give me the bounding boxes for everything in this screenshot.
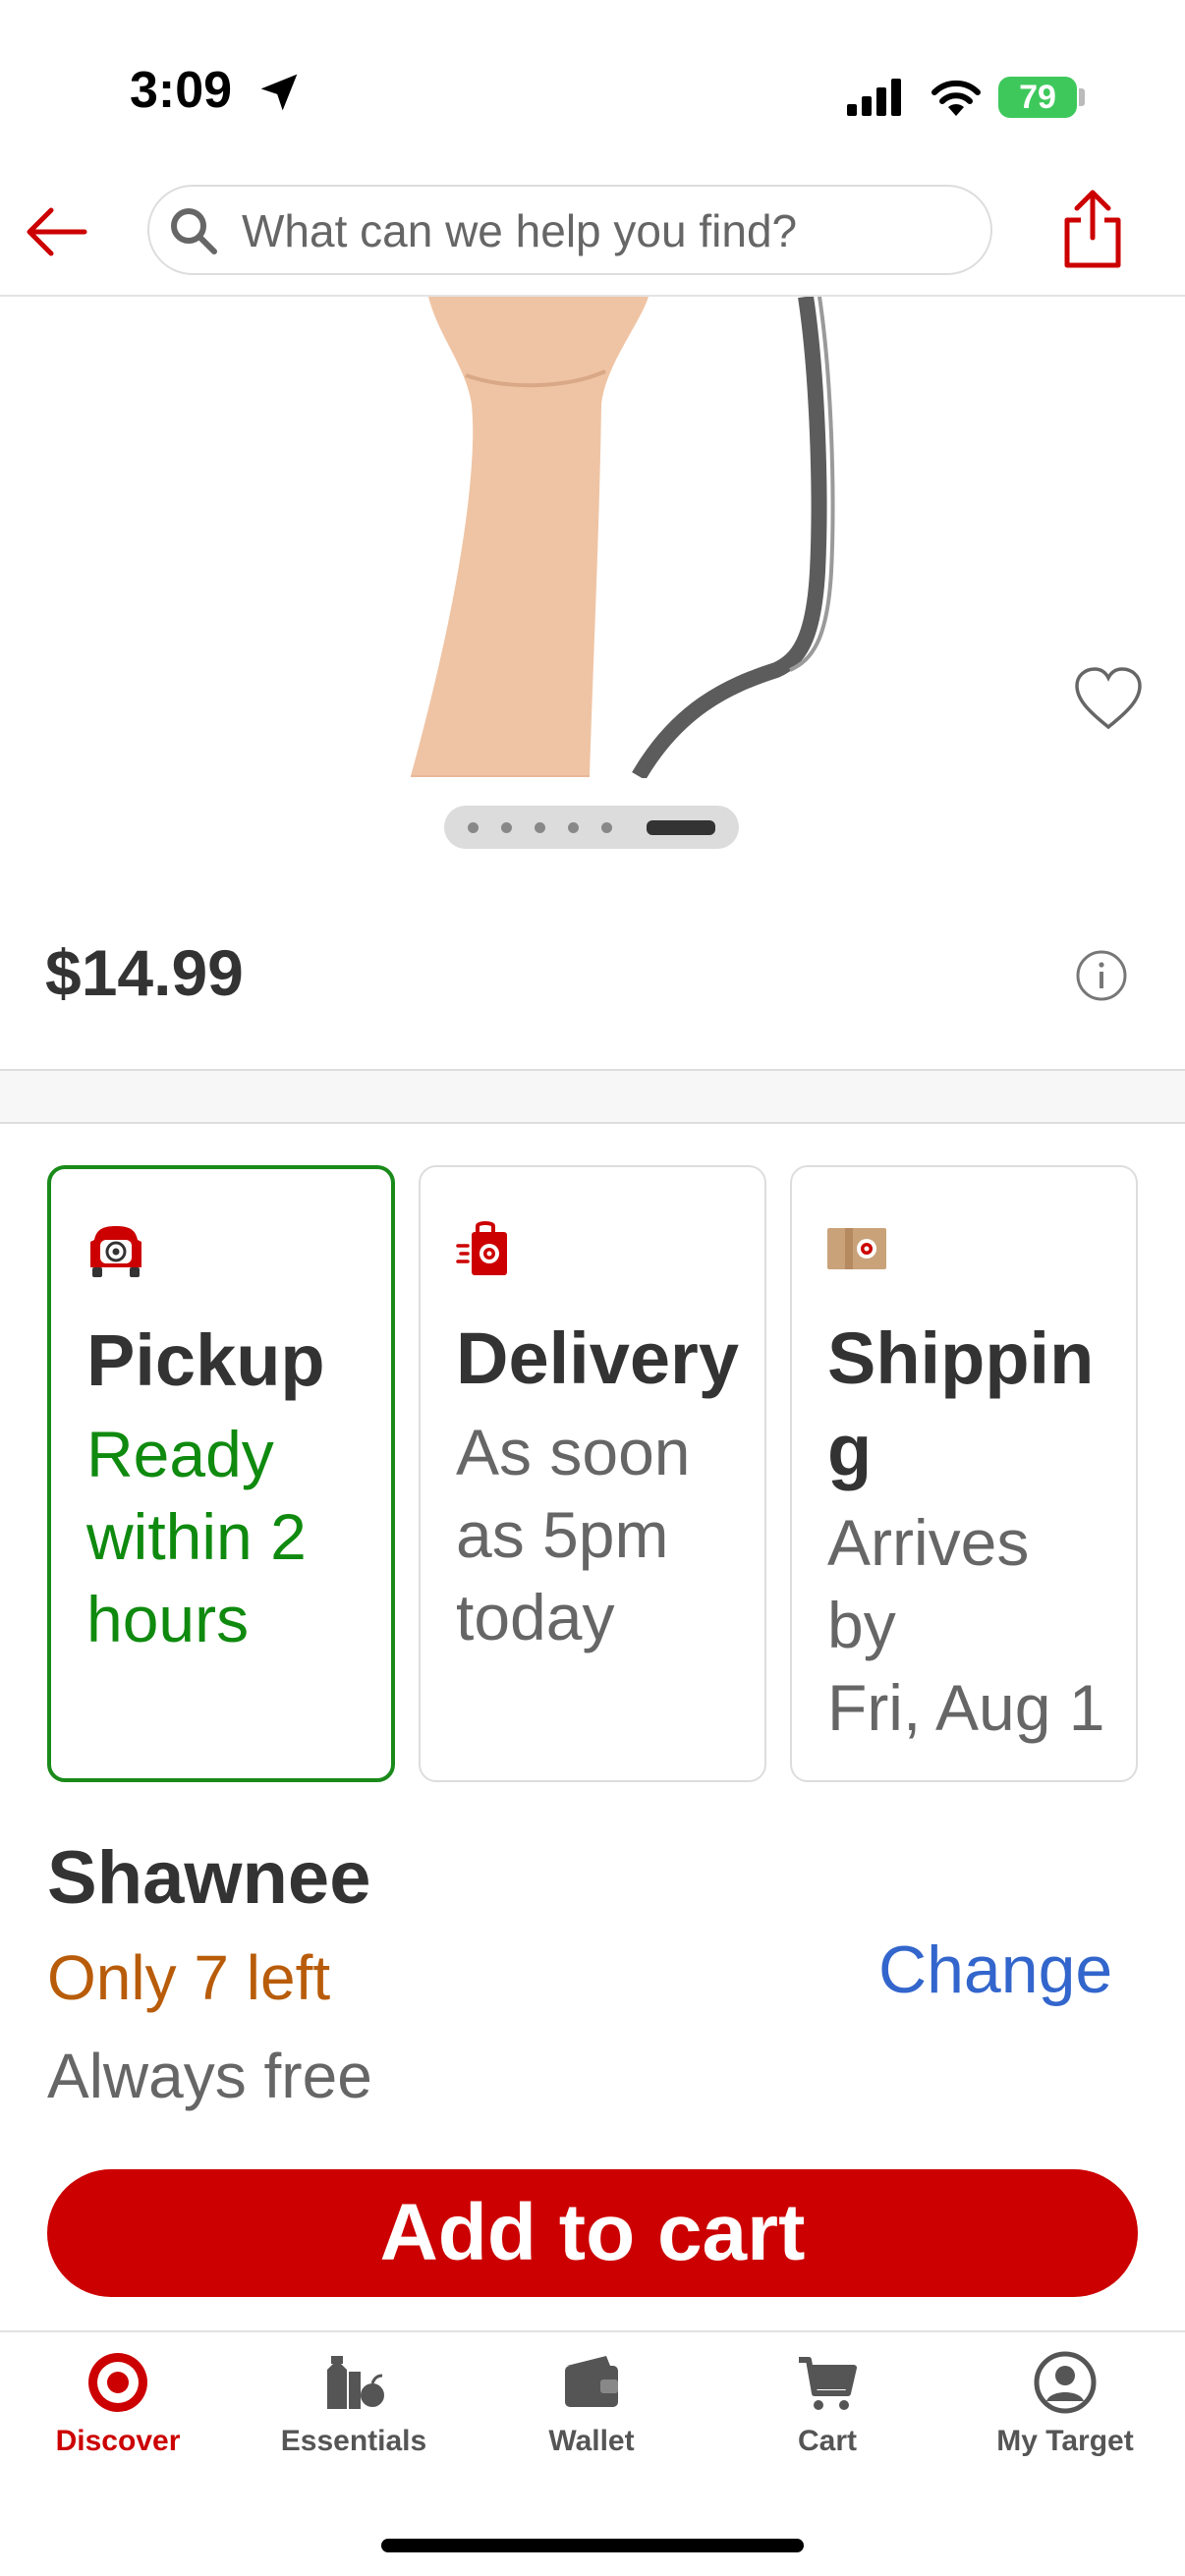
pager-dot[interactable] (535, 822, 545, 833)
delivery-bag-icon (456, 1221, 507, 1275)
pager-dot[interactable] (601, 822, 612, 833)
add-to-cart-button[interactable]: Add to cart (47, 2169, 1138, 2297)
search-input[interactable]: What can we help you find? (242, 204, 797, 257)
pager-dot-active[interactable] (647, 820, 715, 835)
nav-divider (0, 2330, 1185, 2332)
pager-dot[interactable] (568, 822, 579, 833)
battery-tip (1079, 88, 1085, 106)
share-icon[interactable] (1057, 187, 1128, 269)
shipping-box-icon (827, 1228, 886, 1269)
shipping-subtitle-line: by (827, 1589, 896, 1661)
delivery-option-card[interactable]: Delivery As soon as 5pm today (419, 1165, 766, 1782)
product-price: $14.99 (45, 936, 244, 1009)
shipping-title-line: Shippin (827, 1317, 1095, 1399)
nav-item-cart[interactable]: Cart (709, 2348, 945, 2486)
location-arrow-icon (260, 74, 298, 111)
pickup-subtitle-line: hours (86, 1583, 250, 1655)
account-icon (1034, 2351, 1097, 2414)
info-icon[interactable] (1075, 949, 1128, 1002)
product-photo (0, 297, 1185, 778)
nav-item-my-target[interactable]: My Target (947, 2348, 1183, 2486)
cellular-signal-icon (847, 79, 901, 116)
product-image[interactable] (0, 297, 1185, 778)
pickup-car-icon (90, 1226, 141, 1277)
delivery-subtitle-line: today (456, 1581, 615, 1653)
delivery-subtitle-line: as 5pm (456, 1498, 669, 1571)
pickup-subtitle-line: within 2 (86, 1500, 307, 1573)
pager-dot[interactable] (468, 822, 479, 833)
nav-item-essentials[interactable]: Essentials (236, 2348, 472, 2486)
nav-label: Cart (797, 2425, 857, 2457)
status-time: 3:09 (130, 62, 233, 119)
delivery-title: Delivery (456, 1317, 739, 1399)
nav-item-wallet[interactable]: Wallet (474, 2348, 709, 2486)
shipping-subtitle-line: Fri, Aug 1 (827, 1671, 1105, 1744)
pickup-subtitle-line: Ready (86, 1418, 274, 1490)
store-name: Shawnee (47, 1836, 371, 1920)
pager-dot[interactable] (501, 822, 512, 833)
nav-label: Essentials (280, 2425, 427, 2457)
stock-status: Only 7 left (47, 1942, 331, 2013)
cart-icon (799, 2357, 857, 2410)
delivery-subtitle-line: As soon (456, 1416, 691, 1488)
nav-label: My Target (996, 2425, 1134, 2457)
nav-label: Discover (55, 2425, 181, 2457)
change-store-link[interactable]: Change (878, 1932, 1112, 2008)
search-icon (171, 208, 217, 254)
pickup-option-card[interactable]: Pickup Ready within 2 hours (47, 1165, 395, 1782)
image-carousel-pager[interactable] (444, 806, 739, 849)
pickup-title: Pickup (86, 1319, 325, 1401)
target-bullseye-icon (88, 2353, 147, 2412)
essentials-icon (327, 2356, 384, 2409)
wifi-icon (931, 80, 981, 116)
shipping-title-line: g (827, 1410, 873, 1491)
battery-indicator: 79 (998, 77, 1077, 118)
pickup-price-note: Always free (47, 2041, 372, 2111)
nav-label: Wallet (548, 2425, 635, 2457)
favorite-heart-icon[interactable] (1073, 666, 1144, 731)
wallet-icon (565, 2356, 618, 2407)
nav-item-discover[interactable]: Discover (0, 2348, 236, 2486)
shipping-subtitle-line: Arrives (827, 1506, 1030, 1579)
shipping-option-card[interactable]: Shippin g Arrives by Fri, Aug 1 (790, 1165, 1138, 1782)
section-divider (0, 1069, 1185, 1124)
home-indicator[interactable] (381, 2539, 804, 2552)
back-arrow-icon[interactable] (22, 196, 92, 267)
